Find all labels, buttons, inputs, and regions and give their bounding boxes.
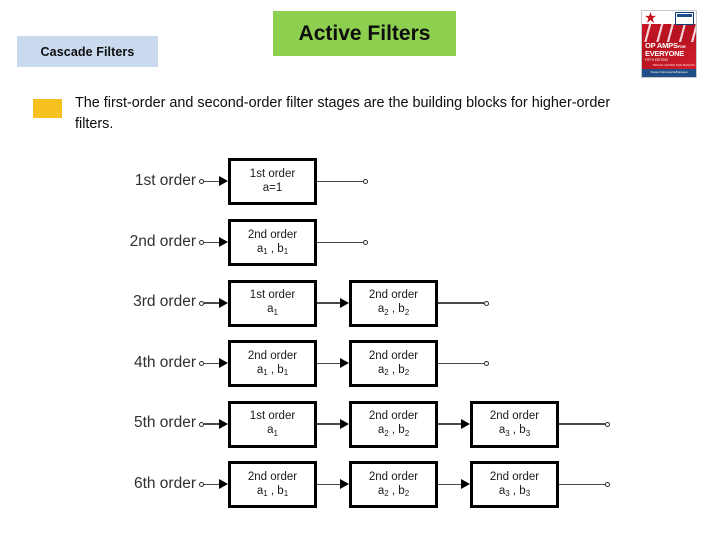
wire-row2-after-stage1 xyxy=(317,241,363,244)
stage-coeffs-label: a1 , b1 xyxy=(256,242,289,257)
input-arrow-row-2 xyxy=(219,237,228,247)
stage-coeffs-label: a2 , b2 xyxy=(377,363,410,378)
input-wire-row-1 xyxy=(204,180,219,183)
stage-box-row3-stage1: 1st order a1 xyxy=(228,279,317,327)
stage-coeffs-label: a1 xyxy=(267,303,278,317)
output-terminal-row-2 xyxy=(363,240,368,245)
wire-row6-after-stage1 xyxy=(317,483,340,486)
stage-coeffs-label: a1 , b1 xyxy=(256,484,289,499)
wire-row1-after-stage1 xyxy=(317,180,363,183)
stage-box-row6-stage2: 2nd order a2 , b2 xyxy=(349,461,438,508)
wire-row5-after-stage1 xyxy=(317,423,340,425)
stage-order-label: 2nd order xyxy=(247,470,298,483)
stage-coeffs-label: a3 , b3 xyxy=(498,484,531,499)
stage-box-row4-stage2: 2nd order a2 , b2 xyxy=(349,340,438,387)
stage-box-row5-stage3: 2nd order a3 , b3 xyxy=(470,400,559,448)
stage-box-row6-stage1: 2nd order a1 , b1 xyxy=(228,461,317,508)
wire-row3-after-stage2 xyxy=(438,302,484,304)
row-label-5: 5th order xyxy=(133,414,196,431)
arrow-row5-to-stage2 xyxy=(340,418,349,429)
wire-row4-after-stage2 xyxy=(438,362,484,365)
stage-coeffs-label: a2 , b2 xyxy=(377,424,410,438)
output-terminal-row-4 xyxy=(484,361,489,366)
input-wire-row-4 xyxy=(204,362,219,365)
stage-box-row3-stage2: 2nd order a2 , b2 xyxy=(349,279,438,327)
row-label-2: 2nd order xyxy=(129,232,196,250)
arrow-row5-to-stage3 xyxy=(461,418,470,429)
stage-order-label: 2nd order xyxy=(368,470,419,483)
stage-coeffs-label: a=1 xyxy=(262,182,283,194)
stage-order-label: 2nd order xyxy=(489,410,540,422)
arrow-row4-to-stage2 xyxy=(340,358,349,368)
stage-order-label: 2nd order xyxy=(368,349,419,362)
arrow-row6-to-stage2 xyxy=(340,479,349,489)
stage-order-label: 1st order xyxy=(249,289,296,301)
input-arrow-row-4 xyxy=(219,358,228,368)
input-wire-row-3 xyxy=(204,302,219,304)
stage-coeffs-label: a2 , b2 xyxy=(377,484,410,499)
input-arrow-row-5 xyxy=(219,418,228,429)
wire-row4-after-stage1 xyxy=(317,362,340,365)
stage-order-label: 2nd order xyxy=(489,470,540,483)
wire-row6-after-stage2 xyxy=(438,483,461,486)
stage-box-row4-stage1: 2nd order a1 , b1 xyxy=(228,340,317,387)
stage-order-label: 1st order xyxy=(249,410,296,422)
row-label-1: 1st order xyxy=(134,171,196,189)
wire-row6-after-stage3 xyxy=(559,483,605,486)
stage-coeffs-label: a1 xyxy=(267,424,278,438)
stage-coeffs-label: a3 , b3 xyxy=(498,424,531,438)
stage-box-row6-stage3: 2nd order a3 , b3 xyxy=(470,461,559,508)
arrow-row6-to-stage3 xyxy=(461,479,470,489)
cascade-filter-diagram: 1st order 1st order a=1 2nd order 2nd order a… xyxy=(0,0,720,540)
stage-order-label: 2nd order xyxy=(368,289,419,301)
stage-order-label: 2nd order xyxy=(368,410,419,422)
arrow-row3-to-stage2 xyxy=(340,297,349,308)
wire-row5-after-stage3 xyxy=(559,423,605,425)
stage-box-row2-stage1: 2nd order a1 , b1 xyxy=(228,219,317,266)
output-terminal-row-1 xyxy=(363,179,368,184)
stage-order-label: 1st order xyxy=(249,168,296,180)
output-terminal-row-3 xyxy=(484,300,489,306)
input-wire-row-2 xyxy=(204,241,219,244)
input-arrow-row-1 xyxy=(219,176,228,186)
stage-coeffs-label: a1 , b1 xyxy=(256,363,289,378)
stage-box-row5-stage2: 2nd order a2 , b2 xyxy=(349,400,438,448)
row-label-3: 3rd order xyxy=(133,293,196,310)
output-terminal-row-5 xyxy=(605,421,610,427)
wire-row3-after-stage1 xyxy=(317,302,340,304)
wire-row5-after-stage2 xyxy=(438,423,461,425)
stage-coeffs-label: a2 , b2 xyxy=(377,303,410,317)
input-arrow-row-3 xyxy=(219,297,228,308)
stage-box-row1-stage1: 1st order a=1 xyxy=(228,158,317,205)
row-label-4: 4th order xyxy=(133,353,196,371)
input-arrow-row-6 xyxy=(219,479,228,489)
input-wire-row-5 xyxy=(204,423,219,425)
stage-box-row5-stage1: 1st order a1 xyxy=(228,400,317,448)
output-terminal-row-6 xyxy=(605,482,610,487)
stage-order-label: 2nd order xyxy=(247,349,298,362)
stage-order-label: 2nd order xyxy=(247,228,298,241)
row-label-6: 6th order xyxy=(133,474,196,492)
input-wire-row-6 xyxy=(204,483,219,486)
